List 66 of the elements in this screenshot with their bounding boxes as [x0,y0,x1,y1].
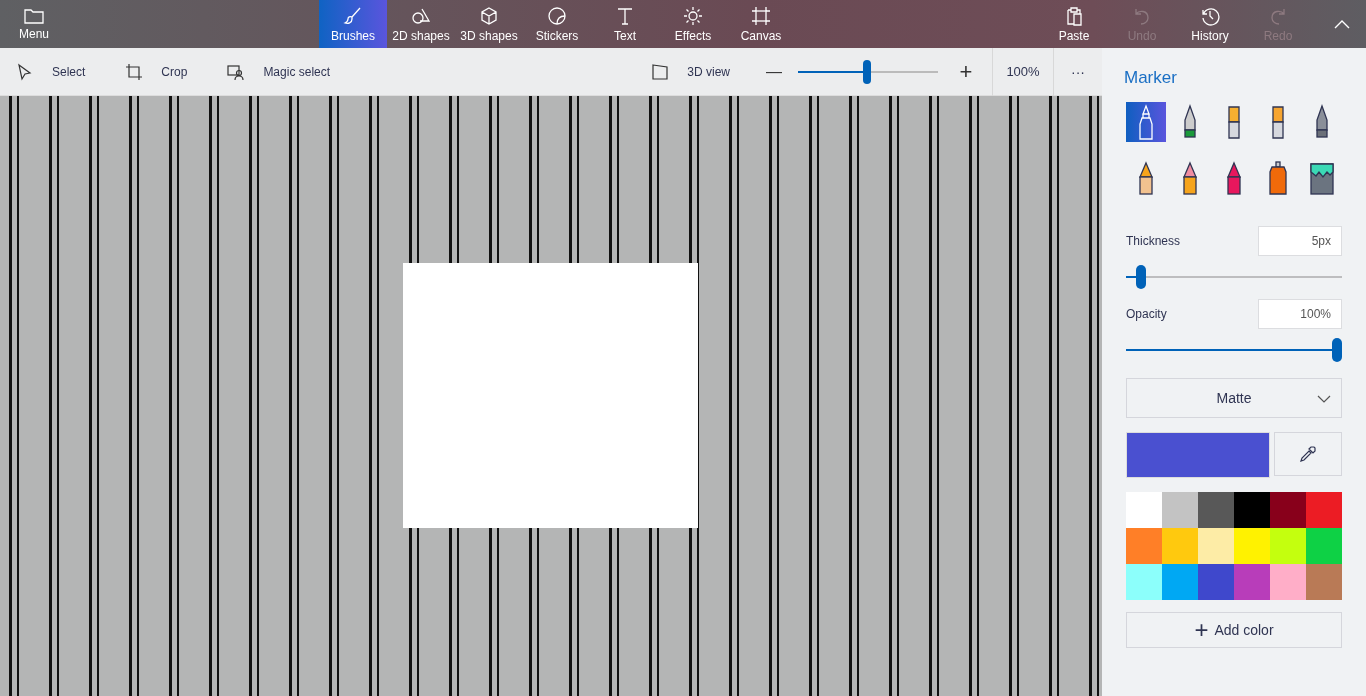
sun-icon [683,5,703,26]
color-swatch[interactable] [1234,492,1270,528]
crop-icon [125,62,144,81]
ribbon-tab[interactable]: Effects [659,0,727,48]
ribbon-tab[interactable]: 3D shapes [455,0,523,48]
zoom-out-button[interactable]: — [762,62,786,81]
brush-tool[interactable] [1126,102,1166,142]
thickness-field[interactable]: 5px [1258,226,1342,256]
eyedropper-button[interactable] [1274,432,1342,476]
menu-button[interactable]: Menu [0,0,68,48]
select-tool-button[interactable]: Select [16,53,86,90]
magic-tool-button[interactable]: Magic select [227,53,331,90]
zoom-in-button[interactable]: + [954,58,978,85]
fill-icon [1309,160,1335,196]
history-icon [1200,5,1220,26]
color-swatch[interactable] [1198,528,1234,564]
color-swatch[interactable] [1126,492,1162,528]
color-swatch[interactable] [1270,564,1306,600]
ribbon-tab[interactable]: 2D shapes [387,0,455,48]
color-swatch[interactable] [1270,492,1306,528]
magic-select-icon [227,62,246,81]
color-swatch[interactable] [1162,492,1198,528]
collapse-icon[interactable] [1334,19,1350,29]
cursor-icon [16,62,34,81]
color-swatch[interactable] [1234,564,1270,600]
brush-icon [343,5,363,26]
color-swatch[interactable] [1162,528,1198,564]
ribbon-tab[interactable]: Brushes [319,0,387,48]
cube-icon [479,5,499,26]
thickness-slider-thumb[interactable] [1136,265,1147,289]
paste-button[interactable]: Paste [1040,0,1108,48]
color-swatch[interactable] [1234,528,1270,564]
color-swatch[interactable] [1306,492,1342,528]
clipboard-icon [1064,5,1084,26]
color-swatch[interactable] [1198,492,1234,528]
opacity-slider-thumb[interactable] [1332,338,1342,362]
crop-tool-button[interactable]: Crop [125,53,188,90]
color-swatch[interactable] [1162,564,1198,600]
zoom-percent[interactable]: 100% [992,47,1054,96]
text-icon [615,5,635,26]
opacity-field[interactable]: 100% [1258,299,1342,329]
opacity-label: Opacity [1126,307,1167,321]
current-color-swatch[interactable] [1126,432,1270,478]
ribbon-tab[interactable]: Text [591,0,659,48]
color-swatch[interactable] [1126,564,1162,600]
color-swatch[interactable] [1306,564,1342,600]
canvas-icon [751,5,771,26]
color-swatch[interactable] [1198,564,1234,600]
ribbon-tab[interactable]: Canvas [727,0,795,48]
ribbon-tab[interactable]: Stickers [523,0,591,48]
more-button[interactable]: ··· [1054,63,1102,80]
color-swatch[interactable] [1126,528,1162,564]
thickness-label: Thickness [1126,234,1181,248]
chevron-down-icon [1317,395,1331,403]
panel-title: Marker [1124,68,1178,88]
3d-view-button[interactable]: 3D view [651,53,730,90]
flag-icon [651,62,670,81]
add-color-button[interactable]: + Add color [1126,612,1342,648]
finish-dropdown[interactable]: Matte [1126,378,1342,418]
history-button[interactable]: History [1176,0,1244,48]
color-swatch[interactable] [1306,528,1342,564]
zoom-slider-thumb[interactable] [862,59,871,84]
eyedropper-icon [1299,445,1317,463]
sticker-icon [547,5,567,26]
folder-icon [24,7,44,24]
color-swatch[interactable] [1270,528,1306,564]
